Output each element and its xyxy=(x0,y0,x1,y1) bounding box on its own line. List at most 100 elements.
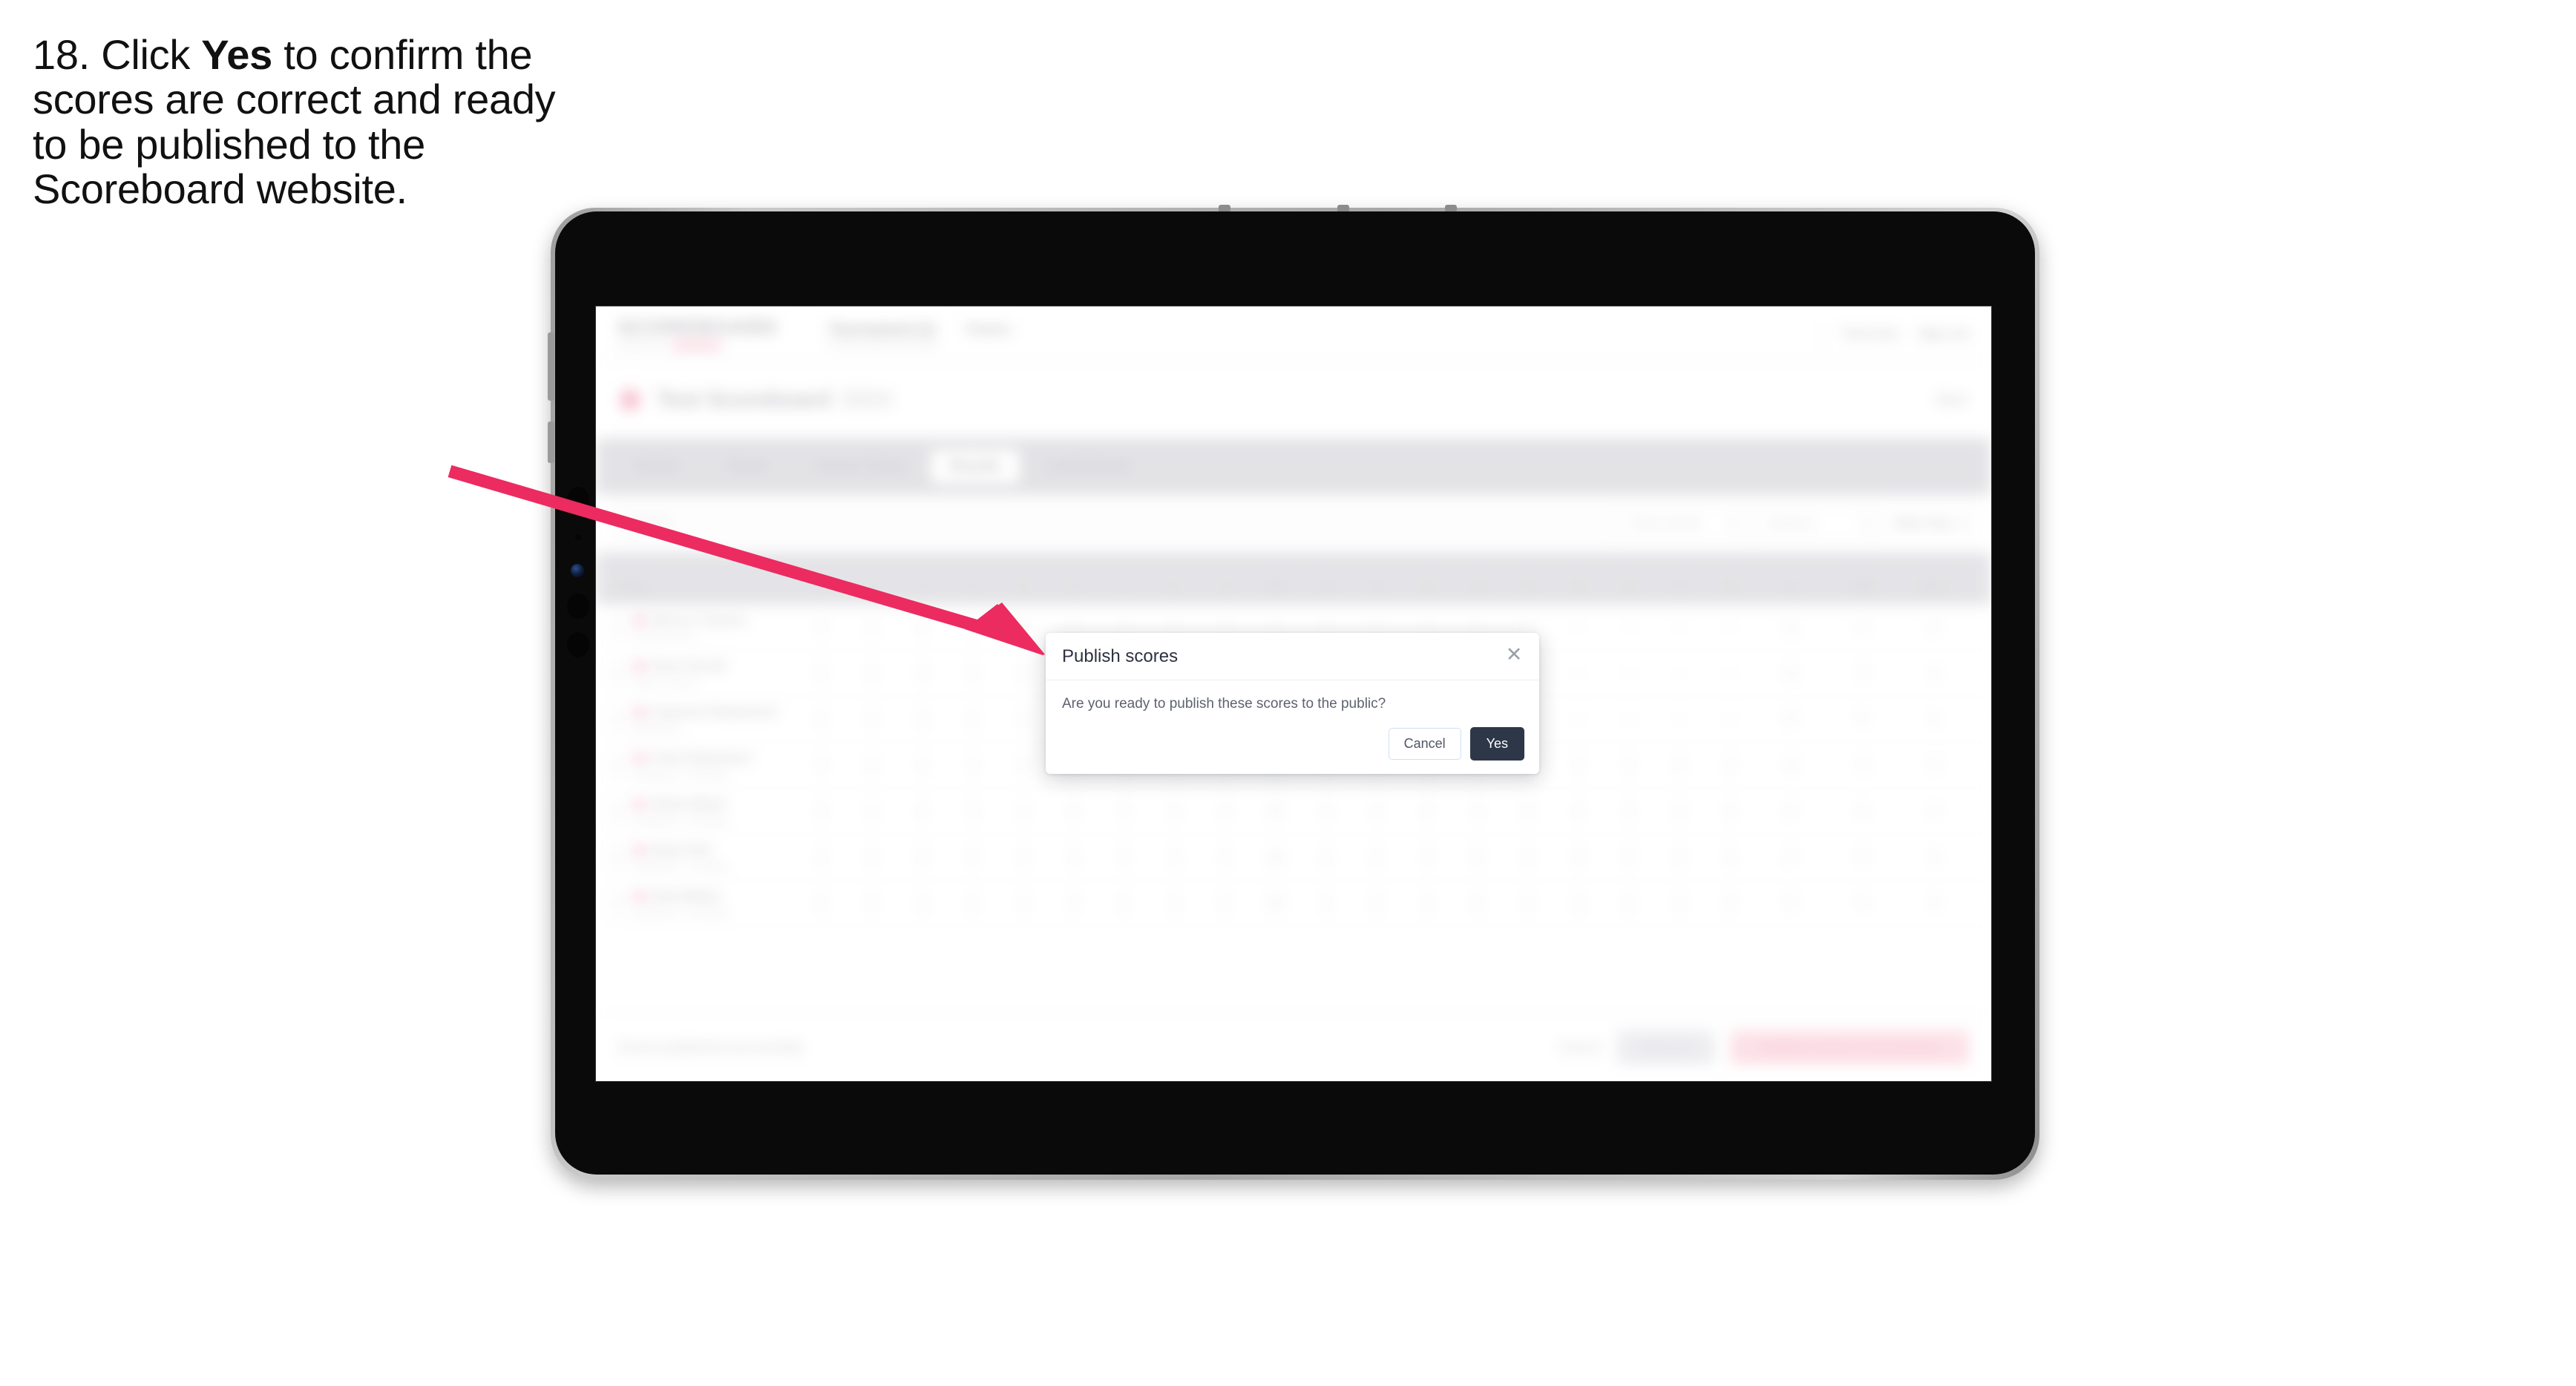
table-cell-score[interactable]: +2 xyxy=(1898,621,1969,634)
score-input[interactable]: 4 xyxy=(1725,896,1734,910)
tab-teams[interactable]: Teams xyxy=(706,450,788,484)
table-cell-score[interactable]: 4 xyxy=(796,850,847,864)
table-cell-score[interactable]: 4 xyxy=(847,804,897,818)
table-cell-score[interactable]: 38 xyxy=(1251,850,1301,864)
score-input[interactable]: 4 xyxy=(817,758,826,772)
team-select[interactable]: Round 1 xyxy=(1760,505,1880,542)
score-input[interactable]: 5 xyxy=(1120,850,1129,864)
score-input[interactable] xyxy=(1729,666,1731,680)
score-input[interactable]: 3 xyxy=(1019,758,1028,772)
score-input[interactable]: 4 xyxy=(1423,896,1432,910)
table-cell-score[interactable]: 4 xyxy=(1503,850,1553,864)
score-input[interactable]: 4 xyxy=(918,712,927,726)
table-cell-score[interactable]: 4 xyxy=(897,758,948,772)
search-input[interactable]: Search xyxy=(618,506,1613,541)
table-only-toggle[interactable]: Table Only xyxy=(1892,517,1969,531)
table-cell-score[interactable]: 4 xyxy=(847,850,897,864)
score-input[interactable] xyxy=(1628,620,1630,634)
table-cell-score[interactable]: 4 xyxy=(897,804,948,818)
score-input[interactable]: 4 xyxy=(1725,804,1734,818)
top-nav-item-tournament[interactable]: Tournament (1) xyxy=(828,321,936,346)
score-input[interactable]: 4 xyxy=(1069,850,1078,864)
score-input[interactable]: 3 xyxy=(817,804,826,818)
score-input[interactable]: 4 xyxy=(1524,896,1533,910)
table-cell-score[interactable]: 4 xyxy=(1150,804,1200,818)
table-cell-score[interactable]: 4 xyxy=(1301,850,1351,864)
score-input[interactable]: 38 xyxy=(1268,850,1283,864)
score-input[interactable] xyxy=(1578,712,1579,726)
score-input[interactable]: 4 xyxy=(1675,850,1684,864)
score-input[interactable]: 4 xyxy=(1423,850,1432,864)
score-input[interactable]: 4 xyxy=(1019,666,1028,680)
table-cell-score[interactable]: 4 xyxy=(1049,896,1099,910)
table-cell-score[interactable]: 36 xyxy=(1755,621,1826,634)
table-row[interactable]: Nick Bailey Scotland A - Thursday 4 5 4 4 4 4 4 4… xyxy=(596,881,1991,927)
table-cell-score[interactable]: 4 xyxy=(1099,804,1150,818)
table-cell-score[interactable]: 4 xyxy=(1200,850,1251,864)
table-cell-score[interactable]: 38 xyxy=(1251,896,1301,910)
row-checkbox[interactable] xyxy=(609,712,624,727)
score-input[interactable]: 5 xyxy=(1221,804,1230,818)
tablet-power-button[interactable] xyxy=(548,421,554,463)
table-cell-score[interactable]: 4 xyxy=(1503,896,1553,910)
score-input[interactable] xyxy=(1578,620,1579,634)
score-input[interactable]: 4 xyxy=(918,896,927,910)
table-cell-score[interactable]: 4 xyxy=(897,896,948,910)
score-input[interactable]: 4 xyxy=(1372,850,1381,864)
score-input[interactable]: 5 xyxy=(918,850,927,864)
score-input[interactable]: 4 xyxy=(1170,804,1179,818)
table-cell-score[interactable] xyxy=(1705,666,1755,680)
score-input[interactable]: 4 xyxy=(1625,758,1633,772)
row-checkbox[interactable] xyxy=(609,850,624,865)
table-cell-score[interactable]: 5 xyxy=(1351,896,1402,910)
score-input[interactable]: 4 xyxy=(1019,850,1028,864)
table-cell-score[interactable] xyxy=(1553,666,1604,680)
score-input[interactable]: 3 xyxy=(1574,758,1583,772)
table-cell-score[interactable]: 5 xyxy=(897,850,948,864)
table-cell-score[interactable]: 4 xyxy=(1301,896,1351,910)
table-cell-score[interactable]: 4 xyxy=(796,620,847,634)
table-cell-score[interactable]: 4 xyxy=(948,850,998,864)
table-cell-score[interactable]: 4 xyxy=(1604,850,1654,864)
round-select[interactable]: Pick a round xyxy=(1622,505,1748,542)
score-input[interactable]: 4 xyxy=(969,896,977,910)
table-cell-score[interactable]: 4 xyxy=(1654,850,1705,864)
table-cell-score[interactable]: 5 xyxy=(1099,850,1150,864)
score-input[interactable]: 4 xyxy=(1170,896,1179,910)
score-input[interactable]: 4 xyxy=(1625,850,1633,864)
table-cell-score[interactable]: +4 xyxy=(1898,667,1969,680)
table-cell-score[interactable]: 4 xyxy=(1553,850,1604,864)
score-input[interactable]: 4 xyxy=(1019,620,1028,634)
table-cell-score[interactable]: 5 xyxy=(897,620,948,634)
tab-course-setup[interactable]: Course Setup xyxy=(794,450,925,484)
score-input[interactable]: 5 xyxy=(868,896,876,910)
score-input[interactable]: 3 xyxy=(969,666,977,680)
table-cell-score[interactable]: 4 xyxy=(1049,804,1099,818)
score-input[interactable]: 4 xyxy=(1574,896,1583,910)
score-input[interactable]: 4 xyxy=(969,758,977,772)
score-input[interactable] xyxy=(1628,666,1630,680)
table-cell-score[interactable]: 38 xyxy=(1755,667,1826,680)
table-cell-score[interactable] xyxy=(1654,620,1705,634)
score-input[interactable]: 4 xyxy=(1069,804,1078,818)
table-cell-score[interactable]: 3 xyxy=(796,804,847,818)
table-cell-score[interactable]: 4 xyxy=(1604,758,1654,772)
score-input[interactable]: 4 xyxy=(817,620,826,634)
tab-leaderboard[interactable]: Leaderboard xyxy=(1026,450,1150,484)
table-cell-score[interactable]: +5 xyxy=(1898,851,1969,864)
score-input[interactable]: 4 xyxy=(1120,896,1129,910)
score-input[interactable]: 4 xyxy=(1019,896,1028,910)
score-input[interactable]: 4 xyxy=(868,850,876,864)
table-cell-score[interactable]: 4 xyxy=(1705,804,1755,818)
table-cell-score[interactable]: 4 xyxy=(1351,804,1402,818)
score-input[interactable]: 4 xyxy=(1524,850,1533,864)
table-cell-score[interactable]: 4 xyxy=(1150,896,1200,910)
table-cell-score[interactable]: 4 xyxy=(998,666,1049,680)
table-cell-score[interactable]: 4 xyxy=(1402,850,1452,864)
table-cell-score[interactable]: 3 xyxy=(948,666,998,680)
table-cell-score[interactable]: 5 xyxy=(1452,850,1503,864)
table-cell-score[interactable]: 37 xyxy=(1755,805,1826,818)
table-cell-score[interactable]: 4 xyxy=(1604,804,1654,818)
table-cell-score[interactable]: 75 xyxy=(1826,851,1898,864)
table-cell-score[interactable]: 4 xyxy=(1654,804,1705,818)
